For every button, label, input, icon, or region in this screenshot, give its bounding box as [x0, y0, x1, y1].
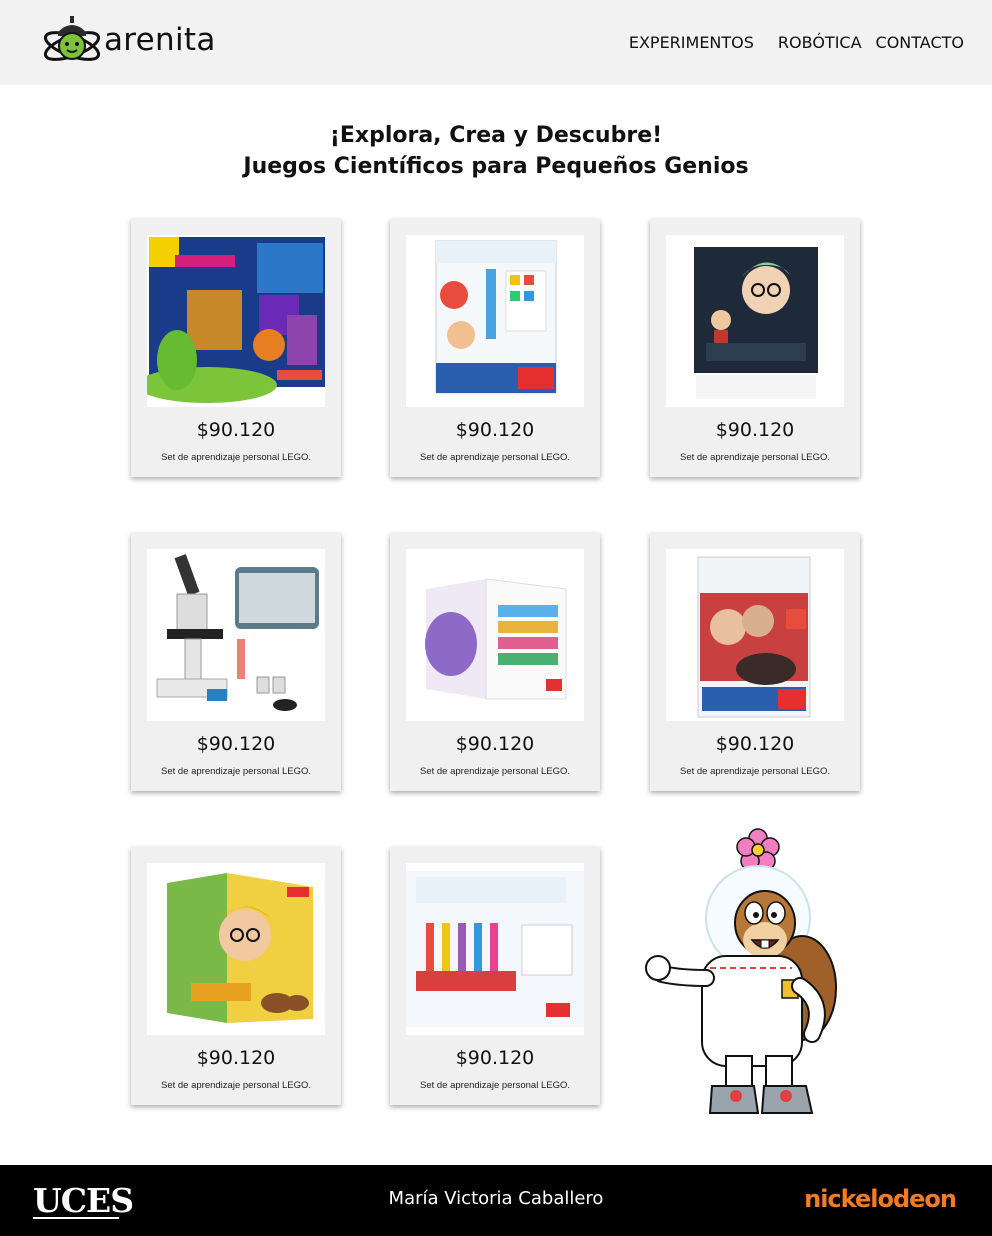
- product-image-volcan[interactable]: [666, 549, 844, 721]
- product-card[interactable]: $90.120 Set de aprendizaje personal LEGO…: [131, 533, 341, 791]
- sandy-cheeks-illustration: [640, 828, 860, 1123]
- nav-robotica[interactable]: ROBÓTICA: [778, 33, 862, 52]
- product-description: Set de aprendizaje personal LEGO.: [161, 766, 311, 777]
- product-card[interactable]: $90.120 Set de aprendizaje personal LEGO…: [131, 847, 341, 1105]
- product-price: $90.120: [196, 1047, 276, 1069]
- product-price: $90.120: [455, 733, 535, 755]
- product-card[interactable]: $90.120 Set de aprendizaje personal LEGO…: [390, 219, 600, 477]
- product-card[interactable]: $90.120 Set de aprendizaje personal LEGO…: [650, 533, 860, 791]
- product-price: $90.120: [196, 419, 276, 441]
- headline-line-1: ¡Explora, Crea y Descubre!: [329, 123, 663, 148]
- main-nav: EXPERIMENTOS ROBÓTICA CONTACTO: [629, 33, 964, 52]
- product-image-ciencia-del-agua[interactable]: [406, 235, 584, 407]
- product-image-dr-eureka[interactable]: [666, 235, 844, 407]
- product-description: Set de aprendizaje personal LEGO.: [680, 452, 830, 463]
- brand-name: arenita: [104, 22, 216, 58]
- product-card[interactable]: $90.120 Set de aprendizaje personal LEGO…: [650, 219, 860, 477]
- product-description: Set de aprendizaje personal LEGO.: [420, 1080, 570, 1091]
- product-image-botanica[interactable]: [147, 863, 325, 1035]
- product-price: $90.120: [455, 419, 535, 441]
- product-description: Set de aprendizaje personal LEGO.: [420, 452, 570, 463]
- product-description: Set de aprendizaje personal LEGO.: [161, 452, 311, 463]
- brand-logo[interactable]: arenita: [40, 10, 240, 74]
- product-card[interactable]: $90.120 Set de aprendizaje personal LEGO…: [131, 219, 341, 477]
- headline-line-2: Juegos Científicos para Pequeños Genios: [243, 154, 749, 179]
- product-price: $90.120: [196, 733, 276, 755]
- product-card[interactable]: $90.120 Set de aprendizaje personal LEGO…: [390, 533, 600, 791]
- site-header: arenita EXPERIMENTOS ROBÓTICA CONTACTO: [0, 0, 992, 85]
- product-description: Set de aprendizaje personal LEGO.: [680, 766, 830, 777]
- product-image-mis-primeros-experimentos[interactable]: [406, 863, 584, 1035]
- product-description: Set de aprendizaje personal LEGO.: [420, 766, 570, 777]
- acorn-atom-icon: [43, 16, 101, 61]
- product-card[interactable]: $90.120 Set de aprendizaje personal LEGO…: [390, 847, 600, 1105]
- product-image-national-geographic-kit[interactable]: [147, 235, 325, 407]
- site-footer: UCES María Victoria Caballero nickelodeo…: [0, 1165, 992, 1236]
- product-price: $90.120: [455, 1047, 535, 1069]
- nickelodeon-logo[interactable]: nickelodeon: [804, 1185, 957, 1213]
- product-description: Set de aprendizaje personal LEGO.: [161, 1080, 311, 1091]
- nav-contacto[interactable]: CONTACTO: [876, 33, 964, 52]
- page-headline: ¡Explora, Crea y Descubre! Juegos Cientí…: [0, 120, 992, 182]
- product-price: $90.120: [715, 419, 795, 441]
- product-image-experimentando[interactable]: [406, 549, 584, 721]
- nav-experimentos[interactable]: EXPERIMENTOS: [629, 33, 754, 52]
- uces-logo-underline: [33, 1217, 119, 1219]
- product-image-microscope[interactable]: [147, 549, 325, 721]
- product-price: $90.120: [715, 733, 795, 755]
